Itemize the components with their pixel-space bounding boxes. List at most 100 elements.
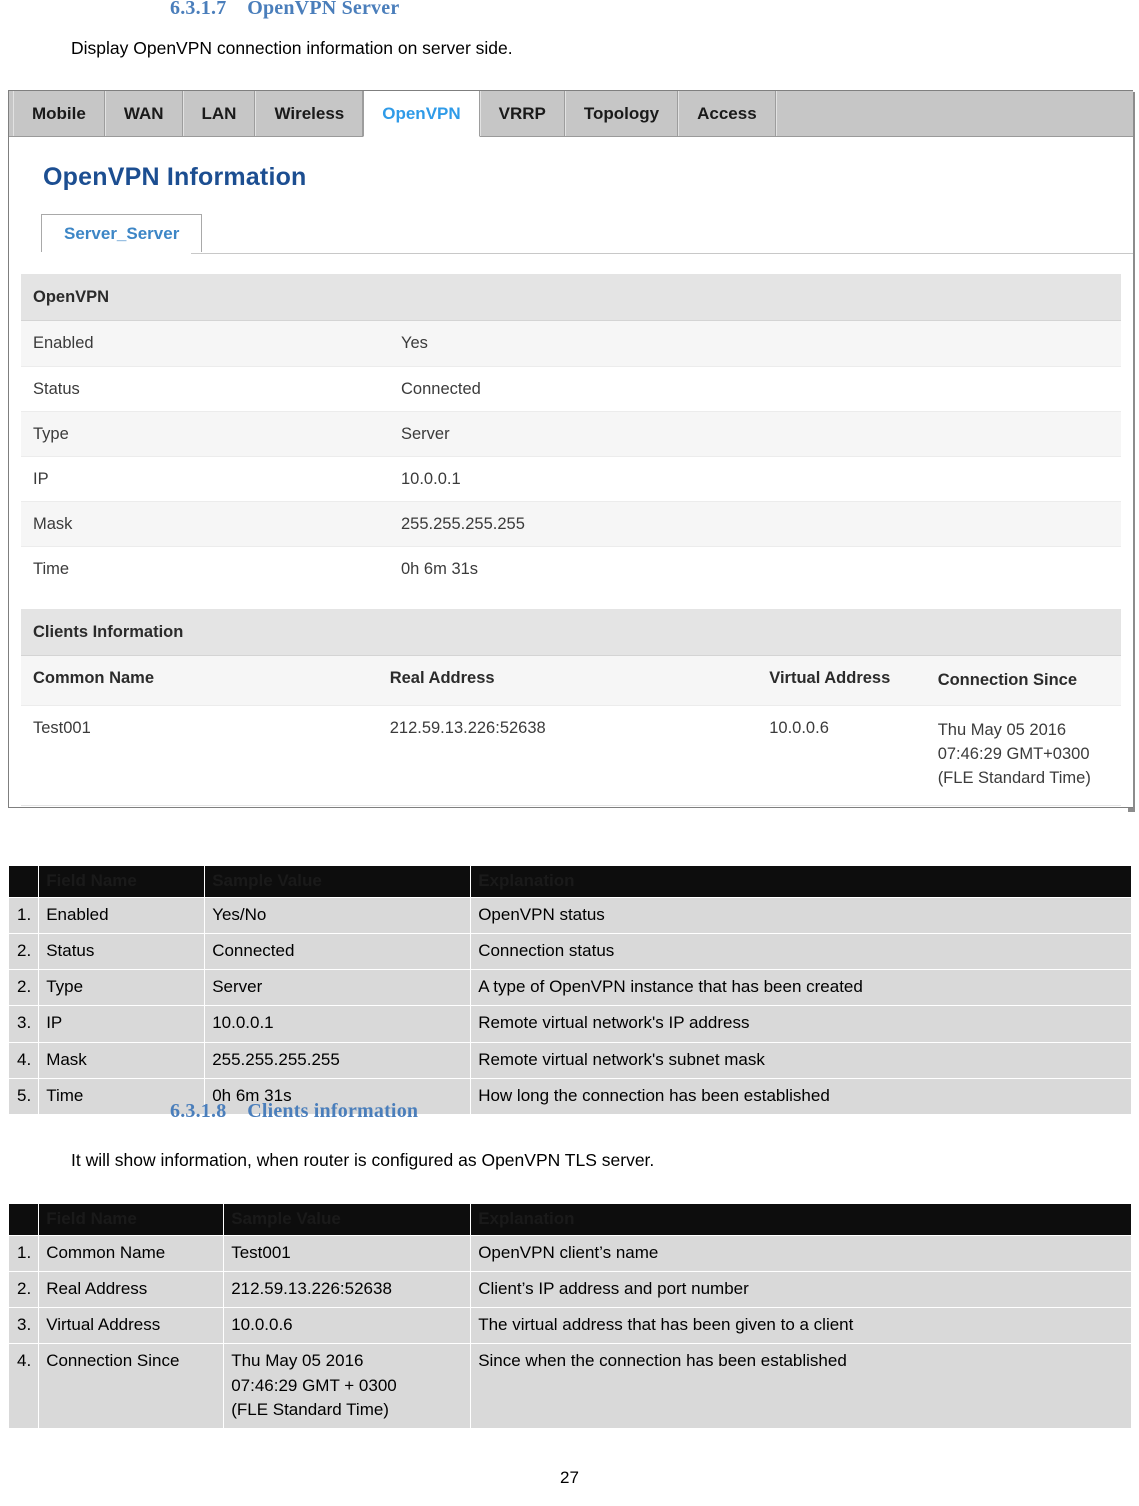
table-row: 2. Status Connected Connection status: [7, 933, 1132, 971]
cell-real-address: 212.59.13.226:52638: [389, 718, 546, 737]
section-intro-6318: It will show information, when router is…: [71, 1150, 655, 1170]
tab-openvpn[interactable]: OpenVPN: [363, 91, 480, 137]
info-value-type: Server: [401, 424, 450, 443]
cell-field-name: Connection Since: [38, 1343, 225, 1429]
cell-connection-since: Thu May 05 2016 07:46:29 GMT+0300 (FLE S…: [937, 720, 1091, 787]
tab-topology[interactable]: Topology: [564, 91, 679, 136]
cell-sample: Test001: [223, 1234, 472, 1273]
clients-section-label: Clients Information: [21, 609, 1121, 656]
subtab-bar: Server_Server: [41, 214, 1133, 254]
cell-explanation: Connection status: [470, 933, 1132, 971]
cell-explanation: A type of OpenVPN instance that has been…: [470, 969, 1132, 1007]
subtab-rule: [191, 253, 1133, 254]
table1-col-number: [7, 865, 40, 898]
table-row: 1. Enabled Yes/No OpenVPN status: [7, 896, 1132, 935]
cell-number: 1.: [7, 1234, 40, 1273]
table1-col-explanation: Explanation: [470, 865, 1132, 898]
info-key-ip: IP: [33, 469, 49, 488]
cell-explanation: The virtual address that has been given …: [470, 1307, 1132, 1345]
table2-header-row: Field Name Sample Value Explanation: [7, 1203, 1132, 1236]
cell-sample: Server: [204, 969, 472, 1007]
cell-sample: 10.0.0.6: [223, 1307, 472, 1345]
cell-field-name: Status: [38, 933, 206, 971]
cell-explanation: OpenVPN status: [470, 896, 1132, 935]
cell-explanation: Remote virtual network's IP address: [470, 1005, 1132, 1043]
page-title: OpenVPN Information: [43, 163, 307, 191]
info-row-status: Status Connected: [21, 366, 1121, 411]
tab-wireless[interactable]: Wireless: [255, 91, 364, 136]
tab-mobile[interactable]: Mobile: [13, 91, 105, 136]
openvpn-section-header: OpenVPN: [21, 274, 1121, 321]
cell-field-name: Real Address: [38, 1271, 225, 1309]
info-value-time: 0h 6m 31s: [401, 559, 479, 578]
info-key-time: Time: [33, 559, 70, 578]
table2-col-field-name: Field Name: [38, 1203, 225, 1236]
info-value-enabled: Yes: [401, 334, 428, 352]
table2-col-explanation: Explanation: [470, 1203, 1132, 1236]
table-row: 4. Mask 255.255.255.255 Remote virtual n…: [7, 1041, 1132, 1079]
col-header-common-name: Common Name: [33, 669, 155, 687]
section-heading-6318: 6.3.1.8 Clients information: [170, 1100, 419, 1122]
cell-explanation: Since when the connection has been estab…: [470, 1343, 1132, 1429]
tab-lan[interactable]: LAN: [182, 91, 256, 136]
cell-explanation: Remote virtual network's subnet mask: [470, 1041, 1132, 1079]
info-row-enabled: Enabled Yes: [21, 321, 1121, 366]
tabbar-filler: [775, 91, 1133, 136]
table1-header-row: Field Name Sample Value Explanation: [7, 865, 1132, 898]
openvpn-field-table: Field Name Sample Value Explanation 1. E…: [7, 865, 1132, 1115]
table-row: 3. Virtual Address 10.0.0.6 The virtual …: [7, 1307, 1132, 1345]
cell-number: 2.: [7, 1271, 40, 1309]
clients-field-table: Field Name Sample Value Explanation 1. C…: [7, 1203, 1132, 1429]
cell-number: 1.: [7, 896, 40, 935]
info-value-mask: 255.255.255.255: [401, 514, 525, 533]
section-heading-6317: 6.3.1.7 OpenVPN Server: [170, 0, 400, 19]
tab-wan[interactable]: WAN: [104, 91, 183, 136]
cell-sample: Connected: [204, 933, 472, 971]
table2-col-sample: Sample Value: [223, 1203, 472, 1236]
info-value-status: Connected: [401, 379, 481, 398]
cell-explanation: OpenVPN client’s name: [470, 1234, 1132, 1273]
cell-sample: 212.59.13.226:52638: [223, 1271, 472, 1309]
tab-vrrp[interactable]: VRRP: [479, 91, 565, 136]
cell-number: 4.: [7, 1343, 40, 1429]
table-row: 2. Real Address 212.59.13.226:52638 Clie…: [7, 1271, 1132, 1309]
cell-number: 5.: [7, 1077, 40, 1115]
info-key-status: Status: [33, 379, 80, 398]
cell-explanation: How long the connection has been establi…: [470, 1077, 1132, 1115]
info-key-enabled: Enabled: [33, 334, 94, 352]
info-row-type: Type Server: [21, 411, 1121, 456]
cell-field-name: IP: [38, 1005, 206, 1043]
info-value-ip: 10.0.0.1: [401, 469, 461, 488]
col-header-connection-since: Connection Since: [937, 671, 1078, 689]
info-row-ip: IP 10.0.0.1: [21, 456, 1121, 501]
nav-tabbar: Mobile WAN LAN Wireless OpenVPN VRRP Top…: [9, 91, 1133, 137]
table1-col-field-name: Field Name: [38, 865, 206, 898]
cell-field-name: Type: [38, 969, 206, 1007]
cell-number: 4.: [7, 1041, 40, 1079]
openvpn-info-table: OpenVPN Enabled Yes Status Connected Typ…: [21, 274, 1121, 591]
clients-table-header-row: Common Name Real Address Virtual Address…: [21, 656, 1121, 706]
table-row: 3. IP 10.0.0.1 Remote virtual network's …: [7, 1005, 1132, 1043]
table-row: 4. Connection Since Thu May 05 2016 07:4…: [7, 1343, 1132, 1429]
cell-sample: Yes/No: [204, 896, 472, 935]
table-row: 2. Type Server A type of OpenVPN instanc…: [7, 969, 1132, 1007]
openvpn-section-label: OpenVPN: [33, 287, 110, 306]
cell-virtual-address: 10.0.0.6: [769, 718, 829, 737]
table1-col-sample: Sample Value: [204, 865, 472, 898]
cell-field-name: Virtual Address: [38, 1307, 225, 1345]
cell-number: 3.: [7, 1005, 40, 1043]
cell-field-name: Enabled: [38, 896, 206, 935]
clients-information-table: Clients Information Common Name Real Add…: [21, 609, 1121, 806]
table-row: Test001 212.59.13.226:52638 10.0.0.6 Thu…: [21, 705, 1121, 806]
cell-number: 2.: [7, 969, 40, 1007]
cell-field-name: Mask: [38, 1041, 206, 1079]
table-row: 1. Common Name Test001 OpenVPN client’s …: [7, 1234, 1132, 1273]
col-header-real-address: Real Address: [389, 669, 495, 687]
page-number: 27: [560, 1468, 579, 1487]
tab-access[interactable]: Access: [678, 91, 776, 136]
cell-sample: 10.0.0.1: [204, 1005, 472, 1043]
info-row-mask: Mask 255.255.255.255: [21, 501, 1121, 546]
subtab-server-server[interactable]: Server_Server: [41, 214, 203, 252]
cell-sample: 255.255.255.255: [204, 1041, 472, 1079]
section-intro-6317: Display OpenVPN connection information o…: [71, 38, 513, 58]
